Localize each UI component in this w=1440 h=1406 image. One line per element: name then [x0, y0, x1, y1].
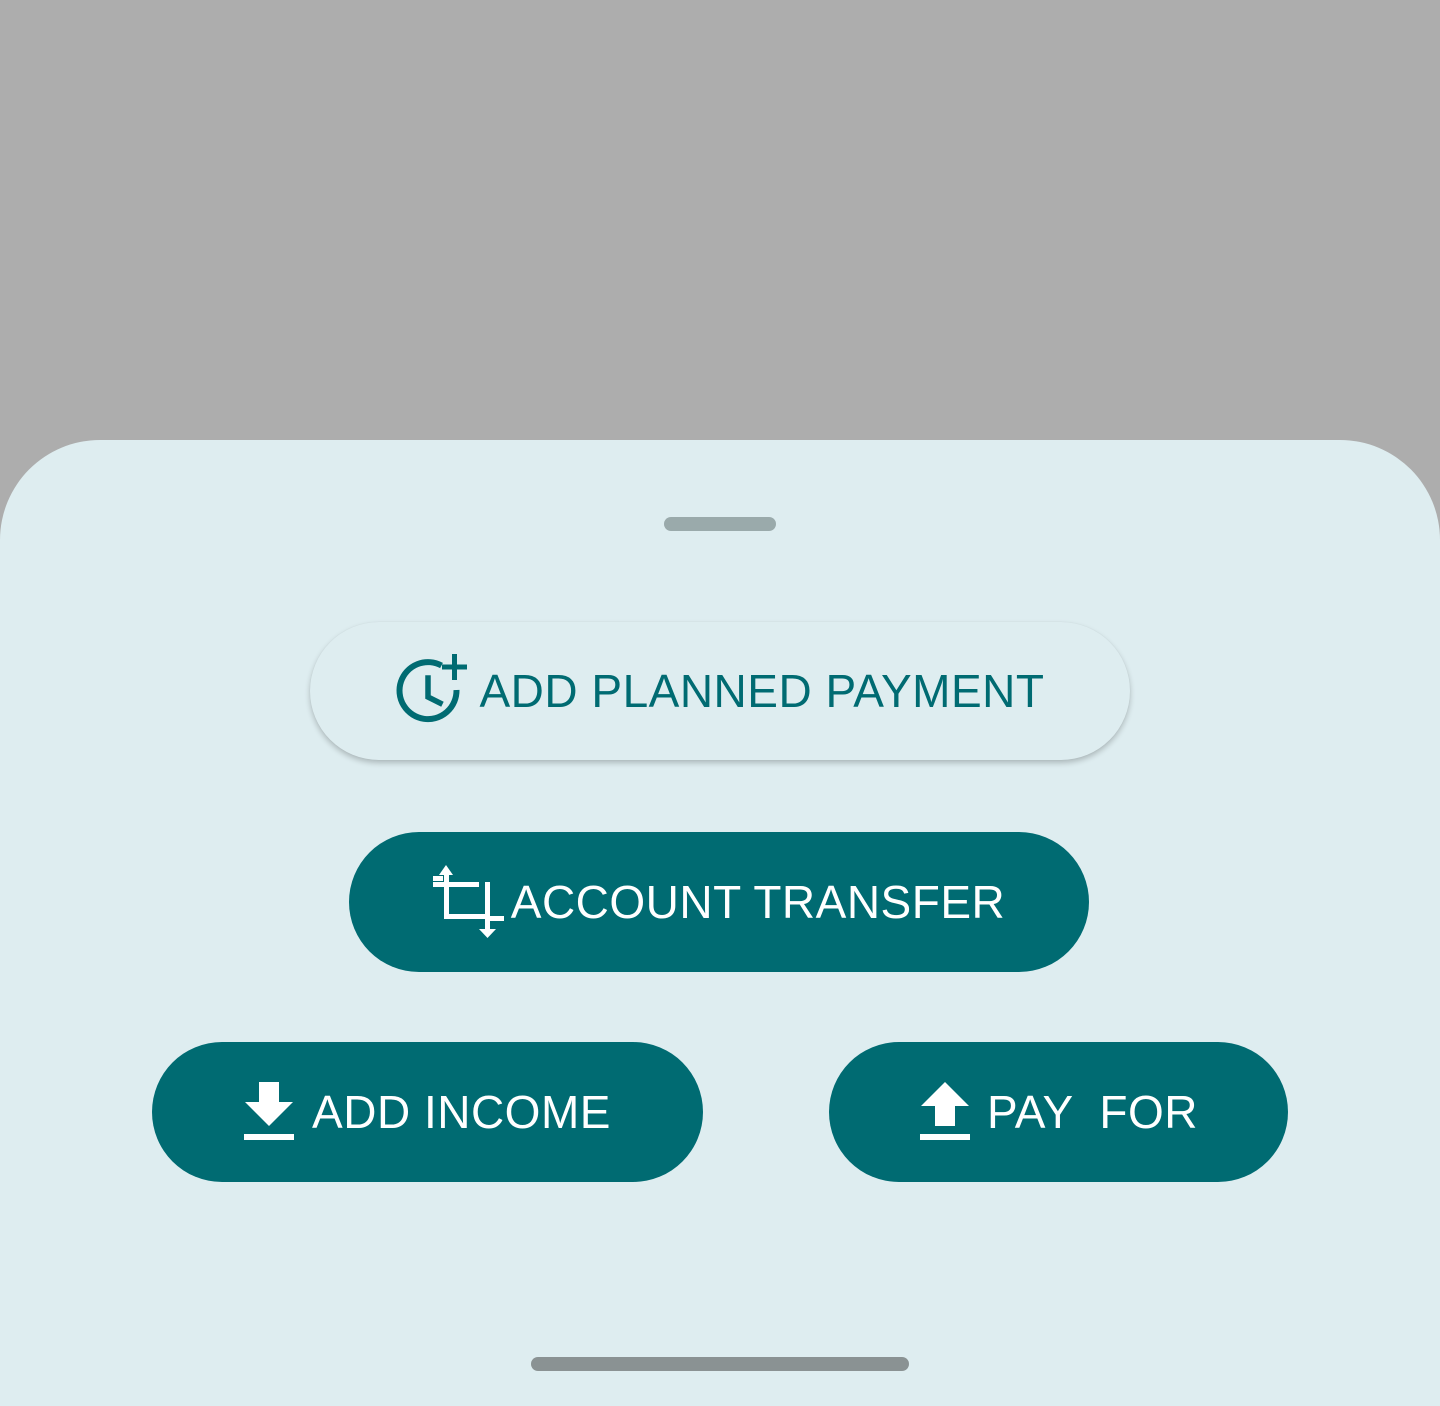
upload-icon — [919, 1082, 971, 1142]
schedule-add-icon — [395, 652, 473, 730]
add-income-button[interactable]: ADD INCOME — [152, 1042, 703, 1182]
add-planned-payment-button[interactable]: ADD PLANNED PAYMENT — [310, 622, 1130, 760]
drag-handle[interactable] — [664, 517, 776, 531]
add-planned-payment-label: ADD PLANNED PAYMENT — [479, 665, 1045, 717]
transfer-crop-icon — [432, 862, 505, 942]
pay-for-label: PAY FOR — [986, 1086, 1199, 1138]
pay-for-button[interactable]: PAY FOR — [829, 1042, 1288, 1182]
add-income-label: ADD INCOME — [312, 1086, 611, 1138]
account-transfer-button[interactable]: ACCOUNT TRANSFER — [349, 832, 1089, 972]
account-transfer-label: ACCOUNT TRANSFER — [510, 876, 1006, 928]
home-indicator — [531, 1357, 909, 1371]
download-icon — [244, 1082, 295, 1142]
bottom-sheet: ADD PLANNED PAYMENT ACCOUNT TRANSFER ADD — [0, 440, 1440, 1406]
